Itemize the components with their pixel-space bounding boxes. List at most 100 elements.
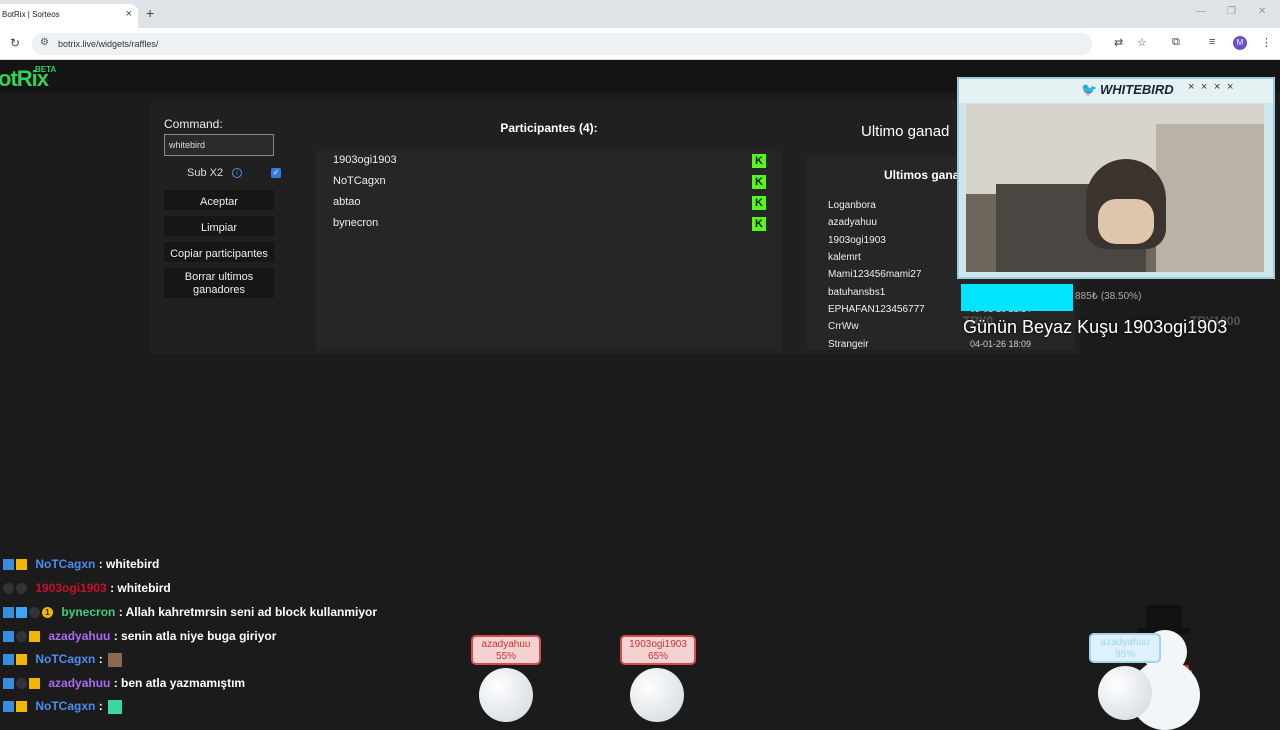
minimize-icon[interactable]: —: [1196, 6, 1206, 17]
chat-message: NoTCagxn :: [3, 699, 123, 719]
info-icon[interactable]: i: [232, 168, 242, 178]
dot-badge-icon: [16, 631, 27, 643]
window-close-icon[interactable]: ✕: [1258, 6, 1266, 17]
snowball-name: 1903ogi1903: [629, 639, 687, 650]
dot-badge-icon: [3, 583, 14, 595]
chat-username[interactable]: azadyahuu: [48, 629, 110, 643]
chat-username[interactable]: NoTCagxn: [35, 699, 95, 713]
delete-winners-label-2: ganadores: [193, 284, 245, 296]
beta-badge: BETA: [35, 65, 57, 74]
copy-participants-button[interactable]: Copiar participantes: [164, 242, 274, 262]
new-tab-icon[interactable]: +: [146, 5, 154, 21]
bookmark-star-icon[interactable]: ☆: [1137, 36, 1147, 49]
sub-x2-checkbox[interactable]: ✓: [271, 168, 281, 178]
participants-title: Participantes (4):: [500, 121, 598, 135]
deco-x-icon: ×: [1188, 81, 1195, 93]
participants-list: 1903ogi1903 K NoTCagxn K abtao K bynecro…: [316, 151, 782, 351]
translate-icon[interactable]: ⇄: [1114, 36, 1123, 49]
delete-winners-button[interactable]: Borrar ultimos ganadores: [164, 268, 274, 298]
snowball-percent: 65%: [647, 651, 668, 662]
chat-text: : whitebird: [98, 557, 160, 571]
crown-badge-icon: [16, 559, 27, 571]
chat-username[interactable]: bynecron: [61, 605, 115, 619]
deco-x-icon: ×: [1214, 81, 1221, 93]
address-toolbar: ↻ ⚙ botrix.live/widgets/raffles/: [0, 28, 1280, 60]
winner-item: CrrWw: [828, 321, 859, 332]
tab-close-icon[interactable]: ×: [126, 8, 132, 20]
reload-icon[interactable]: ↻: [10, 36, 20, 50]
snowball-name: azadyahuu: [481, 639, 531, 650]
snowball-tag: 1903ogi1903 65%: [620, 635, 696, 665]
chat-text: :: [98, 652, 103, 666]
clear-button[interactable]: Limpiar: [164, 216, 274, 236]
maximize-icon[interactable]: ❐: [1227, 6, 1236, 17]
daily-bird-text: Günün Beyaz Kuşu 1903ogi1903: [963, 317, 1228, 337]
crown-badge-icon: [29, 678, 40, 690]
command-label: Command:: [164, 117, 223, 131]
chat-text: :: [98, 699, 103, 713]
gem-badge-icon: [16, 607, 27, 619]
donation-progress-bar: [961, 284, 1073, 311]
crown-badge-icon: [16, 654, 27, 666]
last-winners-title: Ultimos gana: [884, 168, 960, 182]
winner-item: Loganbora: [828, 200, 876, 211]
command-input[interactable]: [164, 134, 274, 156]
winner-item: azadyahuu: [828, 217, 877, 228]
snowball-percent: 55%: [495, 651, 516, 662]
room-bed: [1156, 124, 1264, 272]
emote-icon: [108, 652, 123, 667]
browser-menu-icon[interactable]: ⋮: [1261, 36, 1272, 49]
kick-icon: K: [752, 217, 766, 231]
browser-tab[interactable]: BotRix | Sorteos ×: [0, 4, 138, 28]
winner-item: kalemrt: [828, 252, 861, 263]
last-winner-title: Ultimo ganad: [861, 123, 950, 140]
kick-icon: K: [752, 175, 766, 189]
chat-username[interactable]: azadyahuu: [48, 676, 110, 690]
page-content: otRix BETA Command: Sub X2 i ✓ Aceptar L…: [0, 60, 1280, 730]
chat-text: : whitebird: [110, 581, 171, 595]
profile-avatar[interactable]: M: [1233, 36, 1247, 50]
tab-title: BotRix | Sorteos: [2, 10, 60, 19]
verified-badge-icon: [3, 654, 14, 666]
snowball-icon: [479, 668, 533, 722]
url-text: botrix.live/widgets/raffles/: [58, 39, 159, 49]
webcam-brand: WHITEBIRD: [1100, 82, 1174, 97]
media-icon[interactable]: ≡: [1209, 36, 1215, 48]
kick-icon: K: [752, 196, 766, 210]
kick-icon: K: [752, 154, 766, 168]
winner-item: 1903ogi1903: [828, 235, 886, 246]
chat-username[interactable]: NoTCagxn: [35, 652, 95, 666]
streamer-face: [1098, 199, 1154, 244]
chat-text: : ben atla yazmamıştım: [113, 676, 246, 690]
extensions-icon[interactable]: ⧉: [1172, 36, 1180, 49]
tab-strip: BotRix | Sorteos × + — ❐ ✕: [0, 0, 1280, 28]
verified-badge-icon: [3, 607, 14, 619]
snowball-percent: 95%: [1114, 649, 1135, 660]
chat-username[interactable]: 1903ogi1903: [35, 581, 106, 595]
one-badge-icon: 1: [42, 607, 53, 619]
site-info-icon[interactable]: ⚙: [40, 37, 49, 48]
winner-date: 04-01-26 18:09: [970, 339, 1032, 349]
webcam-video: [966, 104, 1264, 272]
accept-button[interactable]: Aceptar: [164, 190, 274, 210]
participant-item: abtao: [333, 196, 361, 208]
bird-icon: 🐦: [1081, 82, 1098, 97]
chat-message: NoTCagxn : whitebird: [3, 557, 159, 577]
chat-message: NoTCagxn :: [3, 652, 123, 672]
snowball-tag: azadyahuu 55%: [471, 635, 541, 665]
emote-icon: [108, 699, 123, 714]
dot-badge-icon: [29, 607, 40, 619]
deco-x-icon: ×: [1201, 81, 1208, 93]
chat-text: : senin atla niye buga giriyor: [113, 629, 277, 643]
donation-progress-text: 885₺ (38.50%): [1075, 291, 1142, 302]
chat-message: azadyahuu : ben atla yazmamıştım: [3, 676, 245, 696]
dot-badge-icon: [16, 678, 27, 690]
delete-winners-label-1: Borrar ultimos: [184, 271, 254, 283]
verified-badge-icon: [3, 631, 14, 643]
address-bar[interactable]: ⚙ botrix.live/widgets/raffles/: [32, 33, 1092, 55]
crown-badge-icon: [16, 701, 27, 713]
chat-message: azadyahuu : senin atla niye buga giriyor: [3, 629, 276, 649]
dot-badge-icon: [16, 583, 27, 595]
snowball-icon: [630, 668, 684, 722]
chat-username[interactable]: NoTCagxn: [35, 557, 95, 571]
